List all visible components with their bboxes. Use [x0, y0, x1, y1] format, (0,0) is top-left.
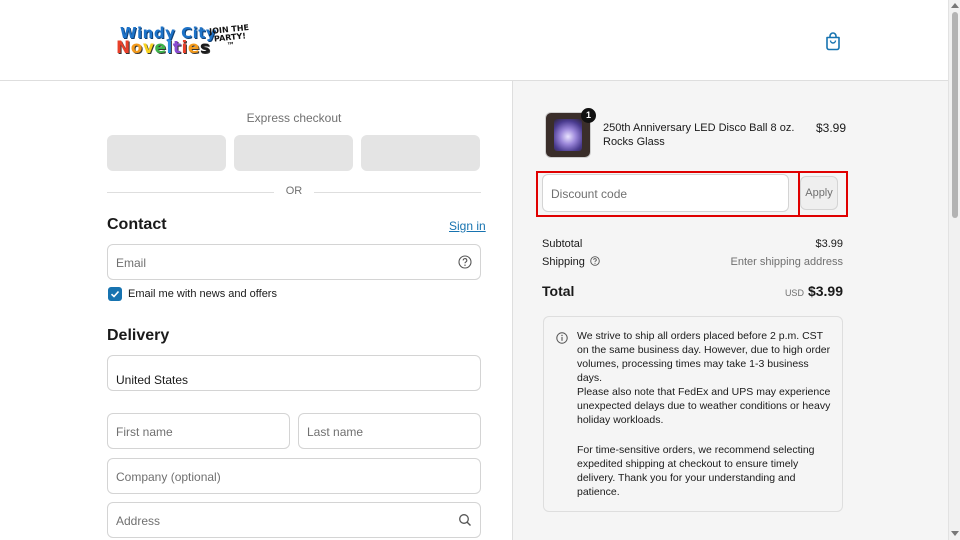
express-pay-button-1[interactable] [107, 135, 226, 171]
subtotal-row: Subtotal $3.99 [542, 238, 843, 250]
shipping-label: Shipping [542, 256, 585, 268]
email-placeholder: Email [116, 256, 147, 270]
subtotal-label: Subtotal [542, 238, 583, 250]
shopping-bag-icon[interactable] [823, 31, 843, 51]
product-price: $3.99 [816, 121, 847, 135]
scroll-up-arrow[interactable] [951, 3, 959, 8]
discount-code-input[interactable]: Discount code [542, 174, 789, 212]
logo-line2: Novelties [116, 38, 211, 58]
scroll-down-arrow[interactable] [951, 531, 959, 536]
total-value: $3.99 [807, 283, 843, 299]
shipping-value: Enter shipping address [730, 256, 843, 268]
notice-paragraph-3: For time-sensitive orders, we recommend … [577, 444, 815, 498]
last-name-placeholder: Last name [307, 425, 364, 439]
notice-paragraph-2: Please also note that FedEx and UPS may … [577, 386, 831, 426]
sign-in-link[interactable]: Sign in [449, 219, 486, 233]
order-summary: 1 250th Anniversary LED Disco Ball 8 oz.… [512, 81, 948, 540]
newsletter-checkbox[interactable] [108, 287, 122, 301]
express-pay-button-3[interactable] [361, 135, 480, 171]
express-checkout-label: Express checkout [246, 111, 342, 125]
store-logo[interactable]: Windy City Novelties JOIN THE PARTY!™ [116, 22, 250, 60]
first-name-field[interactable]: First name [107, 413, 290, 449]
quantity-badge: 1 [581, 108, 596, 123]
shipping-notice: We strive to ship all orders placed befo… [543, 316, 843, 512]
info-icon [556, 332, 568, 344]
help-circle-icon[interactable] [590, 256, 600, 266]
address-placeholder: Address [116, 514, 161, 528]
search-icon [459, 514, 471, 526]
site-header: Windy City Novelties JOIN THE PARTY!™ [0, 0, 948, 81]
first-name-placeholder: First name [116, 425, 173, 439]
help-circle-icon[interactable] [458, 255, 472, 269]
country-value: United States [116, 373, 189, 387]
notice-paragraph-1: We strive to ship all orders placed befo… [577, 330, 831, 384]
last-name-field[interactable]: Last name [298, 413, 481, 449]
delivery-title: Delivery [107, 327, 170, 344]
or-divider-label: OR [274, 185, 314, 197]
contact-title: Contact [107, 216, 167, 233]
total-label: Total [542, 283, 575, 299]
total-currency: USD [784, 288, 804, 298]
logo-tagline: JOIN THE PARTY!™ [208, 22, 250, 51]
newsletter-label: Email me with news and offers [128, 288, 277, 300]
express-pay-button-2[interactable] [234, 135, 353, 171]
product-name: 250th Anniversary LED Disco Ball 8 oz. R… [603, 122, 795, 148]
country-select[interactable]: United States [107, 355, 481, 391]
company-placeholder: Company (optional) [116, 470, 221, 484]
email-field[interactable]: Email [107, 244, 481, 280]
company-field[interactable]: Company (optional) [107, 458, 481, 494]
address-field[interactable]: Address [107, 502, 481, 538]
checkout-form: Express checkout OR Contact Sign in Emai… [0, 81, 512, 540]
discount-placeholder: Discount code [551, 187, 628, 201]
checkmark-icon [110, 290, 120, 298]
shipping-row: Shipping Enter shipping address [542, 256, 843, 268]
page-scrollbar[interactable] [948, 0, 960, 540]
scroll-thumb[interactable] [952, 12, 958, 218]
subtotal-value: $3.99 [815, 238, 843, 250]
apply-button[interactable]: Apply [800, 176, 838, 210]
total-row: Total USD $3.99 [542, 283, 843, 299]
